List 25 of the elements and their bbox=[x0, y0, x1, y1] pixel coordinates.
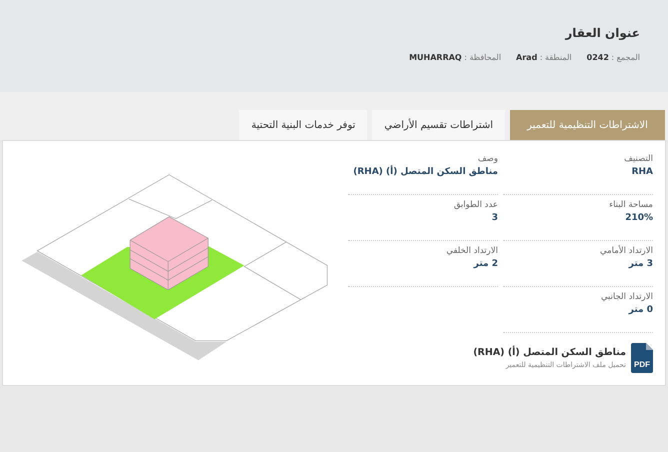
field-value: مناطق السكن المتصل (أ) (RHA) bbox=[352, 166, 498, 179]
pdf-file-icon[interactable]: PDF bbox=[631, 343, 653, 373]
meta-value: 0242 bbox=[586, 52, 609, 64]
field-value: 3 bbox=[490, 212, 498, 225]
field-label: عدد الطوابق bbox=[452, 199, 498, 212]
tab[interactable]: اشتراطات تقسيم الأراضي bbox=[372, 110, 505, 140]
property-title: عنوان العقار bbox=[565, 26, 640, 40]
field-label: الارتداد الأمامي bbox=[599, 245, 653, 258]
field-value: 3 متر bbox=[627, 258, 653, 271]
meta-value: Arad bbox=[516, 52, 538, 64]
tab[interactable]: توفر خدمات البنية التحتية bbox=[239, 110, 368, 140]
meta-value: MUHARRAQ bbox=[409, 52, 462, 64]
field-label: التصنيف bbox=[623, 153, 653, 166]
field-value: 2 متر bbox=[472, 258, 498, 271]
field-label: وصف bbox=[476, 153, 498, 166]
meta-label: المحافظة : bbox=[464, 52, 502, 64]
field-label: الارتداد الجانبي bbox=[600, 291, 653, 304]
download-title: مناطق السكن المتصل (أ) (RHA) bbox=[473, 346, 626, 360]
meta-label: المنطقة : bbox=[540, 52, 572, 64]
field-label: الارتداد الخلفي bbox=[445, 245, 498, 258]
field-value: 0 متر bbox=[627, 304, 653, 317]
field-value: 210% bbox=[624, 212, 653, 225]
field-value: RHA bbox=[630, 166, 653, 179]
meta-label: المجمع : bbox=[611, 52, 640, 64]
field-label: مساحة البناء bbox=[608, 199, 653, 212]
